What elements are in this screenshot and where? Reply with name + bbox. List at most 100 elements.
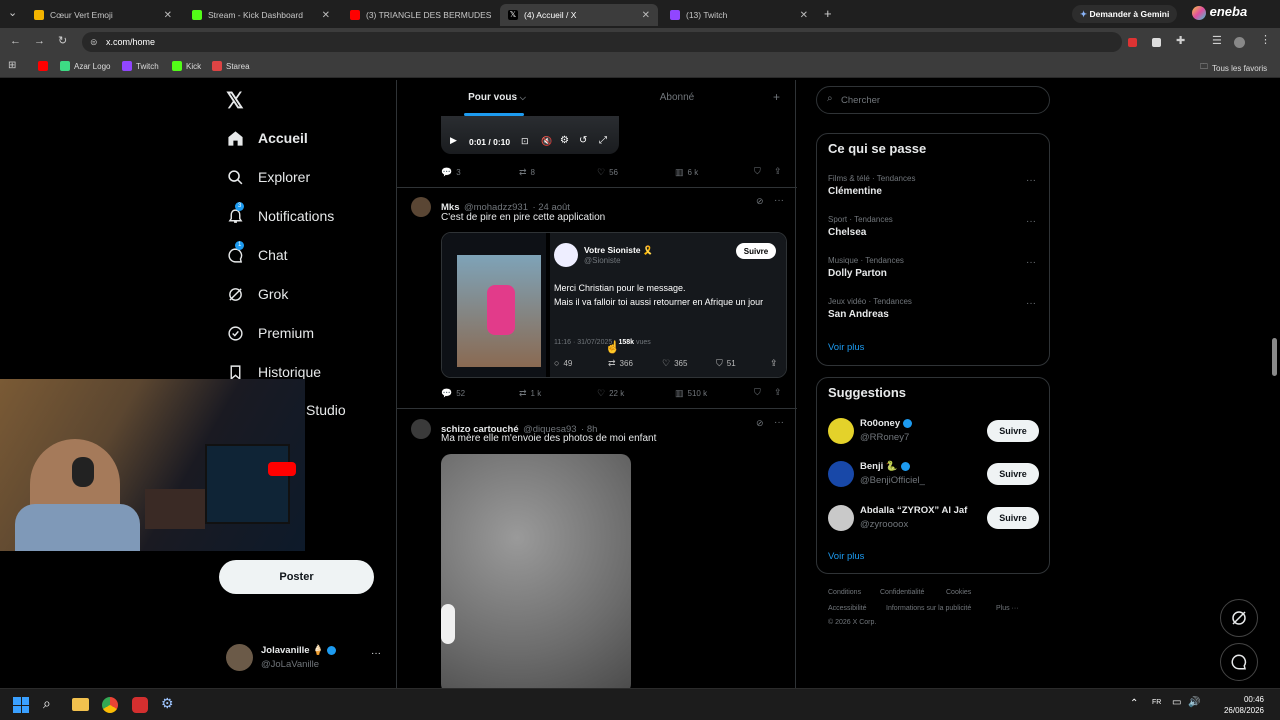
share-action[interactable]: ⇪ — [774, 166, 786, 177]
clock-time[interactable]: 00:46 — [1224, 695, 1264, 704]
nav-explorer[interactable]: Explorer — [226, 168, 310, 186]
trend-name[interactable]: Chelsea — [828, 227, 866, 238]
suggestion-avatar[interactable] — [828, 505, 854, 531]
retweet-action[interactable]: ⇄ 8 — [519, 167, 535, 178]
windows-start-icon[interactable] — [13, 697, 29, 713]
profile-avatar[interactable] — [1234, 37, 1245, 48]
more-icon[interactable]: ··· — [1026, 257, 1036, 268]
suggestion-name[interactable]: Abdalla “ZYROX” Al Jaf — [860, 505, 967, 516]
forward-icon[interactable]: → — [34, 36, 45, 47]
bookmark-youtube[interactable] — [38, 61, 52, 71]
suggestion-avatar[interactable] — [828, 418, 854, 444]
more-icon[interactable]: ··· — [1026, 216, 1036, 227]
suggestion-name[interactable]: Ro0oney — [860, 418, 913, 429]
video-player[interactable]: ▶ 0:01 / 0:10 ⊡ 🔇 ⚙ ↺ ⤢ — [441, 116, 619, 154]
trend-name[interactable]: Dolly Parton — [828, 268, 887, 279]
search-box[interactable]: ⌕ Chercher — [816, 86, 1050, 114]
see-more-trends[interactable]: Voir plus — [828, 342, 864, 353]
add-tab-icon[interactable]: + — [773, 90, 780, 104]
trend-name[interactable]: Clémentine — [828, 186, 882, 197]
app-icon[interactable] — [132, 697, 148, 713]
footer-link[interactable]: Accessibilité — [828, 605, 867, 612]
suggestion-avatar[interactable] — [828, 461, 854, 487]
footer-link[interactable]: Cookies — [946, 589, 971, 596]
play-icon[interactable]: ▶ — [450, 135, 457, 146]
nav-grok[interactable]: Grok — [226, 285, 288, 303]
footer-link[interactable]: Confidentialité — [880, 589, 924, 596]
follow-button[interactable]: Suivre — [987, 507, 1039, 529]
quoted-follow-button[interactable]: Suivre — [736, 243, 776, 259]
gemini-button[interactable]: ✦ Demander à Gemini — [1072, 5, 1178, 23]
volume-icon[interactable]: 🔊 — [1188, 697, 1200, 708]
grok-fab[interactable] — [1220, 599, 1258, 637]
bookmark-twitch[interactable]: Twitch — [122, 61, 159, 71]
tab-search-icon[interactable]: ⌄ — [8, 8, 17, 19]
more-icon[interactable]: ··· — [774, 417, 784, 428]
apps-icon[interactable]: ⊞ — [8, 61, 16, 71]
tweet-photo[interactable] — [441, 454, 631, 688]
tweet-avatar[interactable] — [411, 197, 431, 217]
bookmark-action[interactable]: ⛉ — [754, 166, 765, 177]
bookmark-action[interactable]: ⛉ — [754, 387, 765, 398]
nav-notifications[interactable]: 3 Notifications — [226, 202, 334, 225]
settings-icon[interactable]: ⚙ — [560, 135, 569, 146]
extension-icon[interactable] — [1128, 38, 1137, 47]
tab-4[interactable]: 𝕏 (4) Accueil / X ✕ — [500, 4, 658, 26]
clock-date[interactable]: 26/08/2026 — [1204, 706, 1264, 715]
address-bar[interactable]: ⊜ x.com/home — [82, 32, 1122, 52]
tweet-media-grid[interactable]: Votre Sioniste 🎗️ @Sioniste Suivre Merci… — [441, 232, 787, 378]
fullscreen-icon[interactable]: ⤢ — [599, 135, 607, 146]
captions-icon[interactable]: ⊡ — [521, 136, 529, 147]
media-image-left[interactable] — [442, 233, 546, 377]
nav-chat[interactable]: 1 Chat — [226, 241, 288, 264]
tab-abonne[interactable]: Abonné — [597, 80, 757, 116]
more-icon[interactable]: ··· — [1026, 298, 1036, 309]
more-icon[interactable]: ··· — [774, 195, 784, 206]
extension-icon[interactable] — [1152, 38, 1161, 47]
grok-icon[interactable]: ⊘ — [756, 418, 764, 429]
file-explorer-icon[interactable] — [72, 698, 89, 711]
more-icon[interactable]: ··· — [1026, 175, 1036, 186]
tab-3[interactable]: (3) TRIANGLE DES BERMUDES — [342, 4, 496, 26]
follow-button[interactable]: Suivre — [987, 420, 1039, 442]
tab-pour-vous[interactable]: Pour vous ⌵ — [397, 80, 597, 116]
rotate-icon[interactable]: ↺ — [579, 135, 587, 146]
bookmark-azar[interactable]: Azar Logo — [60, 61, 110, 71]
post-button[interactable]: Poster — [219, 560, 374, 594]
share-action[interactable]: ⇪ — [774, 387, 786, 398]
close-icon[interactable]: ✕ — [642, 10, 650, 21]
mute-icon[interactable]: 🔇 — [541, 136, 552, 147]
messages-fab[interactable] — [1220, 643, 1258, 681]
close-icon[interactable]: ✕ — [322, 10, 330, 21]
chrome-icon[interactable] — [102, 697, 118, 713]
reply-action[interactable]: 💬 3 — [441, 167, 461, 178]
menu-icon[interactable]: ⋮ — [1260, 35, 1271, 46]
tweet-avatar[interactable] — [411, 419, 431, 439]
puzzle-icon[interactable]: ✚ — [1176, 36, 1185, 47]
close-icon[interactable]: ✕ — [164, 10, 172, 21]
footer-link[interactable]: Conditions — [828, 589, 861, 596]
search-icon[interactable]: ⌕ — [43, 695, 51, 712]
footer-link[interactable]: Plus ··· — [996, 605, 1019, 612]
tab-2[interactable]: Stream - Kick Dashboard ✕ — [184, 4, 338, 26]
x-logo-icon[interactable]: 𝕏 — [226, 88, 244, 114]
nav-premium[interactable]: Premium — [226, 324, 314, 342]
nav-studio[interactable]: Studio — [306, 402, 346, 418]
keyboard-icon[interactable]: FR — [1152, 699, 1161, 706]
reload-icon[interactable]: ↻ — [58, 36, 67, 47]
settings-icon[interactable]: ⚙ — [161, 695, 174, 712]
like-action[interactable]: ♡ 22 k — [597, 388, 624, 399]
views-action[interactable]: ▥ 510 k — [675, 388, 707, 399]
all-bookmarks[interactable]: 🗀 Tous les favoris — [1200, 61, 1267, 75]
footer-link[interactable]: Informations sur la publicité — [886, 605, 971, 612]
page-scrollbar[interactable] — [1272, 338, 1277, 376]
suggestion-name[interactable]: Benji 🐍 — [860, 461, 910, 472]
bookmark-starea[interactable]: Starea — [212, 61, 250, 71]
trend-name[interactable]: San Andreas — [828, 309, 889, 320]
tray-chevron-icon[interactable]: ⌃ — [1130, 698, 1138, 709]
views-action[interactable]: ▥ 6 k — [675, 167, 698, 178]
network-icon[interactable]: ▭ — [1172, 697, 1181, 708]
close-icon[interactable]: ✕ — [800, 10, 808, 21]
reply-action[interactable]: 💬 52 — [441, 388, 465, 399]
site-info-icon[interactable]: ⊜ — [90, 32, 98, 52]
